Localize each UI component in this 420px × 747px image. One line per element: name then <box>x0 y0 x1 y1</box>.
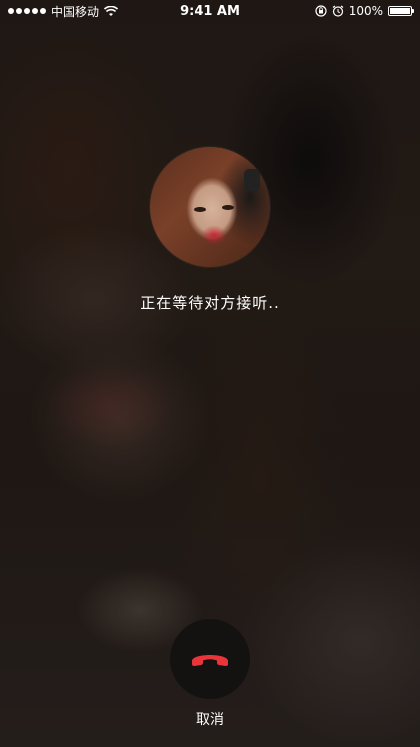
call-status-text: 正在等待对方接听.. <box>140 294 280 312</box>
avatar-headphone <box>244 169 260 191</box>
cancel-label: 取消 <box>196 712 224 728</box>
alarm-icon <box>332 5 344 17</box>
carrier-name: 中国移动 <box>51 4 100 19</box>
battery-percent: 100% <box>348 4 383 18</box>
wifi-icon <box>104 5 119 16</box>
battery-icon <box>388 6 414 16</box>
voice-call-screen: 中国移动 9:41 AM 100% 正在等待对方接听.. 取消 <box>0 0 420 747</box>
battery-fill <box>390 8 410 14</box>
avatar-eye <box>194 207 206 212</box>
signal-dots-icon <box>8 8 46 14</box>
orientation-lock-icon <box>315 5 327 17</box>
hangup-button[interactable] <box>170 619 250 699</box>
avatar-eye <box>222 205 234 210</box>
caller-avatar <box>150 147 270 267</box>
status-bar-right: 100% <box>315 4 414 18</box>
phone-hangup-icon <box>192 655 228 666</box>
status-bar: 中国移动 9:41 AM 100% <box>0 0 420 22</box>
status-time: 9:41 AM <box>180 3 240 19</box>
status-bar-left: 中国移动 <box>8 3 119 20</box>
